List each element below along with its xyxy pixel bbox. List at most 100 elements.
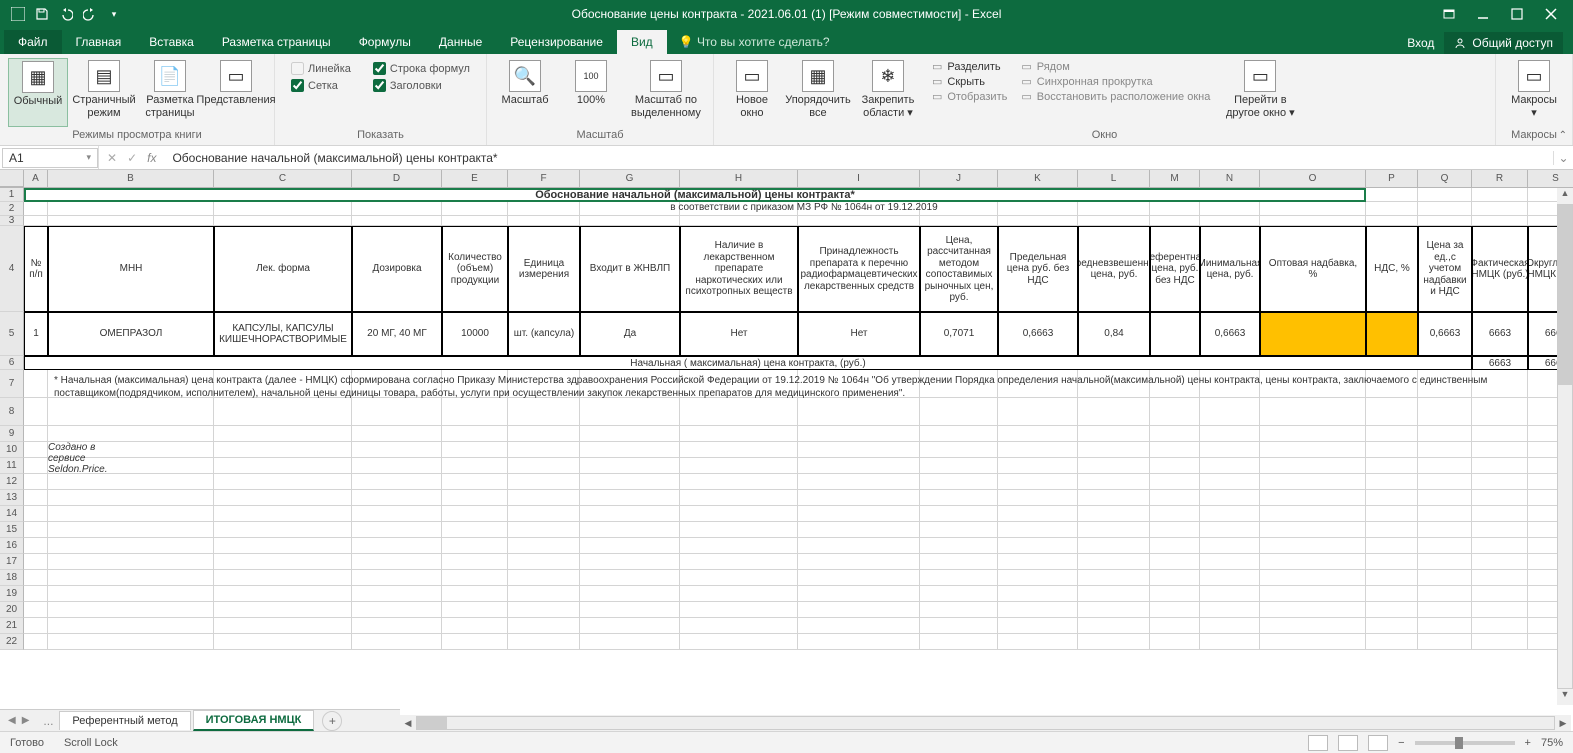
cell-G19[interactable] (580, 586, 680, 602)
cell-F18[interactable] (508, 570, 580, 586)
cell-B5[interactable] (48, 312, 214, 356)
row-header-8[interactable]: 8 (0, 398, 24, 426)
cell-P15[interactable] (1366, 522, 1418, 538)
cell-J22[interactable] (920, 634, 998, 650)
col-header-I[interactable]: I (798, 170, 920, 187)
cell-H19[interactable] (680, 586, 798, 602)
cell-C21[interactable] (214, 618, 352, 634)
zoom-100-button[interactable]: 100100% (561, 58, 621, 127)
cell-D14[interactable] (352, 506, 442, 522)
cell-L4[interactable] (1078, 226, 1150, 312)
cell-K7[interactable] (998, 370, 1078, 398)
row-header-12[interactable]: 12 (0, 474, 24, 490)
cell-Q12[interactable] (1418, 474, 1472, 490)
gridlines-checkbox[interactable]: Сетка (291, 79, 351, 92)
cell-C17[interactable] (214, 554, 352, 570)
col-header-R[interactable]: R (1472, 170, 1528, 187)
cell-N16[interactable] (1200, 538, 1260, 554)
cell-B7[interactable] (48, 370, 214, 398)
cell-P5[interactable] (1366, 312, 1418, 356)
split-button[interactable]: ▭ Разделить (932, 60, 1007, 73)
col-header-A[interactable]: A (24, 170, 48, 187)
cell-F7[interactable] (508, 370, 580, 398)
cell-M4[interactable] (1150, 226, 1200, 312)
cell-H16[interactable] (680, 538, 798, 554)
cell-M9[interactable] (1150, 426, 1200, 442)
cell-O9[interactable] (1260, 426, 1366, 442)
zoom-level[interactable]: 75% (1541, 737, 1563, 749)
cell-I5[interactable] (798, 312, 920, 356)
scroll-left-icon[interactable]: ◀ (400, 718, 416, 729)
cell-A13[interactable] (24, 490, 48, 506)
zoom-button[interactable]: 🔍Масштаб (495, 58, 555, 127)
cell-I20[interactable] (798, 602, 920, 618)
cell-H21[interactable] (680, 618, 798, 634)
cell-L7[interactable] (1078, 370, 1150, 398)
cell-N22[interactable] (1200, 634, 1260, 650)
cell-M22[interactable] (1150, 634, 1200, 650)
cell-L19[interactable] (1078, 586, 1150, 602)
cell-I16[interactable] (798, 538, 920, 554)
cell-R4[interactable] (1472, 226, 1528, 312)
cell-A19[interactable] (24, 586, 48, 602)
cell-C10[interactable] (214, 442, 352, 458)
cell-Q7[interactable] (1418, 370, 1472, 398)
cell-A18[interactable] (24, 570, 48, 586)
cell-O12[interactable] (1260, 474, 1366, 490)
sheet-tabs-ellipsis[interactable]: ... (37, 714, 59, 728)
cell-K1[interactable] (998, 188, 1078, 202)
cell-O8[interactable] (1260, 398, 1366, 426)
sheet-tab-ref[interactable]: Референтный метод (59, 711, 190, 730)
page-layout-button[interactable]: 📄Разметка страницы (140, 58, 200, 127)
cell-K4[interactable] (998, 226, 1078, 312)
cell-C8[interactable] (214, 398, 352, 426)
row-header-13[interactable]: 13 (0, 490, 24, 506)
side-by-side-button[interactable]: ▭ Рядом (1021, 60, 1210, 73)
col-header-E[interactable]: E (442, 170, 508, 187)
cell-F5[interactable] (508, 312, 580, 356)
cell-A14[interactable] (24, 506, 48, 522)
cell-Q10[interactable] (1418, 442, 1472, 458)
headings-checkbox[interactable]: Заголовки (373, 79, 470, 92)
scroll-right-icon[interactable]: ▶ (1555, 718, 1571, 729)
cell-I21[interactable] (798, 618, 920, 634)
cell-B14[interactable] (48, 506, 214, 522)
cell-A21[interactable] (24, 618, 48, 634)
cell-O16[interactable] (1260, 538, 1366, 554)
cell-D3[interactable] (352, 216, 442, 226)
cell-J11[interactable] (920, 458, 998, 474)
prev-sheet-icon[interactable]: ◀ (8, 715, 16, 726)
cell-N3[interactable] (1200, 216, 1260, 226)
switch-windows-button[interactable]: ▭Перейти в другое окно ▾ (1220, 58, 1300, 127)
row-header-1[interactable]: 1 (0, 188, 24, 202)
cell-K10[interactable] (998, 442, 1078, 458)
cell-M3[interactable] (1150, 216, 1200, 226)
cell-L20[interactable] (1078, 602, 1150, 618)
cell-A9[interactable] (24, 426, 48, 442)
cell-F4[interactable] (508, 226, 580, 312)
cell-F13[interactable] (508, 490, 580, 506)
cell-Q1[interactable] (1418, 188, 1472, 202)
col-header-N[interactable]: N (1200, 170, 1260, 187)
cell-A15[interactable] (24, 522, 48, 538)
cell-I9[interactable] (798, 426, 920, 442)
cell-H10[interactable] (680, 442, 798, 458)
page-break-button[interactable]: ▤Страничный режим (74, 58, 134, 127)
cell-L3[interactable] (1078, 216, 1150, 226)
cell-A20[interactable] (24, 602, 48, 618)
zoom-slider[interactable] (1415, 741, 1515, 745)
cell-K19[interactable] (998, 586, 1078, 602)
cell-D5[interactable] (352, 312, 442, 356)
cell-M20[interactable] (1150, 602, 1200, 618)
cell-C18[interactable] (214, 570, 352, 586)
cell-J3[interactable] (920, 216, 998, 226)
cell-D21[interactable] (352, 618, 442, 634)
col-header-Q[interactable]: Q (1418, 170, 1472, 187)
freeze-panes-button[interactable]: ❄Закрепить области ▾ (854, 58, 922, 127)
cell-O14[interactable] (1260, 506, 1366, 522)
cell-Q11[interactable] (1418, 458, 1472, 474)
new-window-button[interactable]: ▭Новое окно (722, 58, 782, 127)
cell-J6[interactable] (920, 356, 998, 370)
add-sheet-button[interactable]: + (322, 711, 342, 731)
cell-H2[interactable] (680, 202, 798, 216)
